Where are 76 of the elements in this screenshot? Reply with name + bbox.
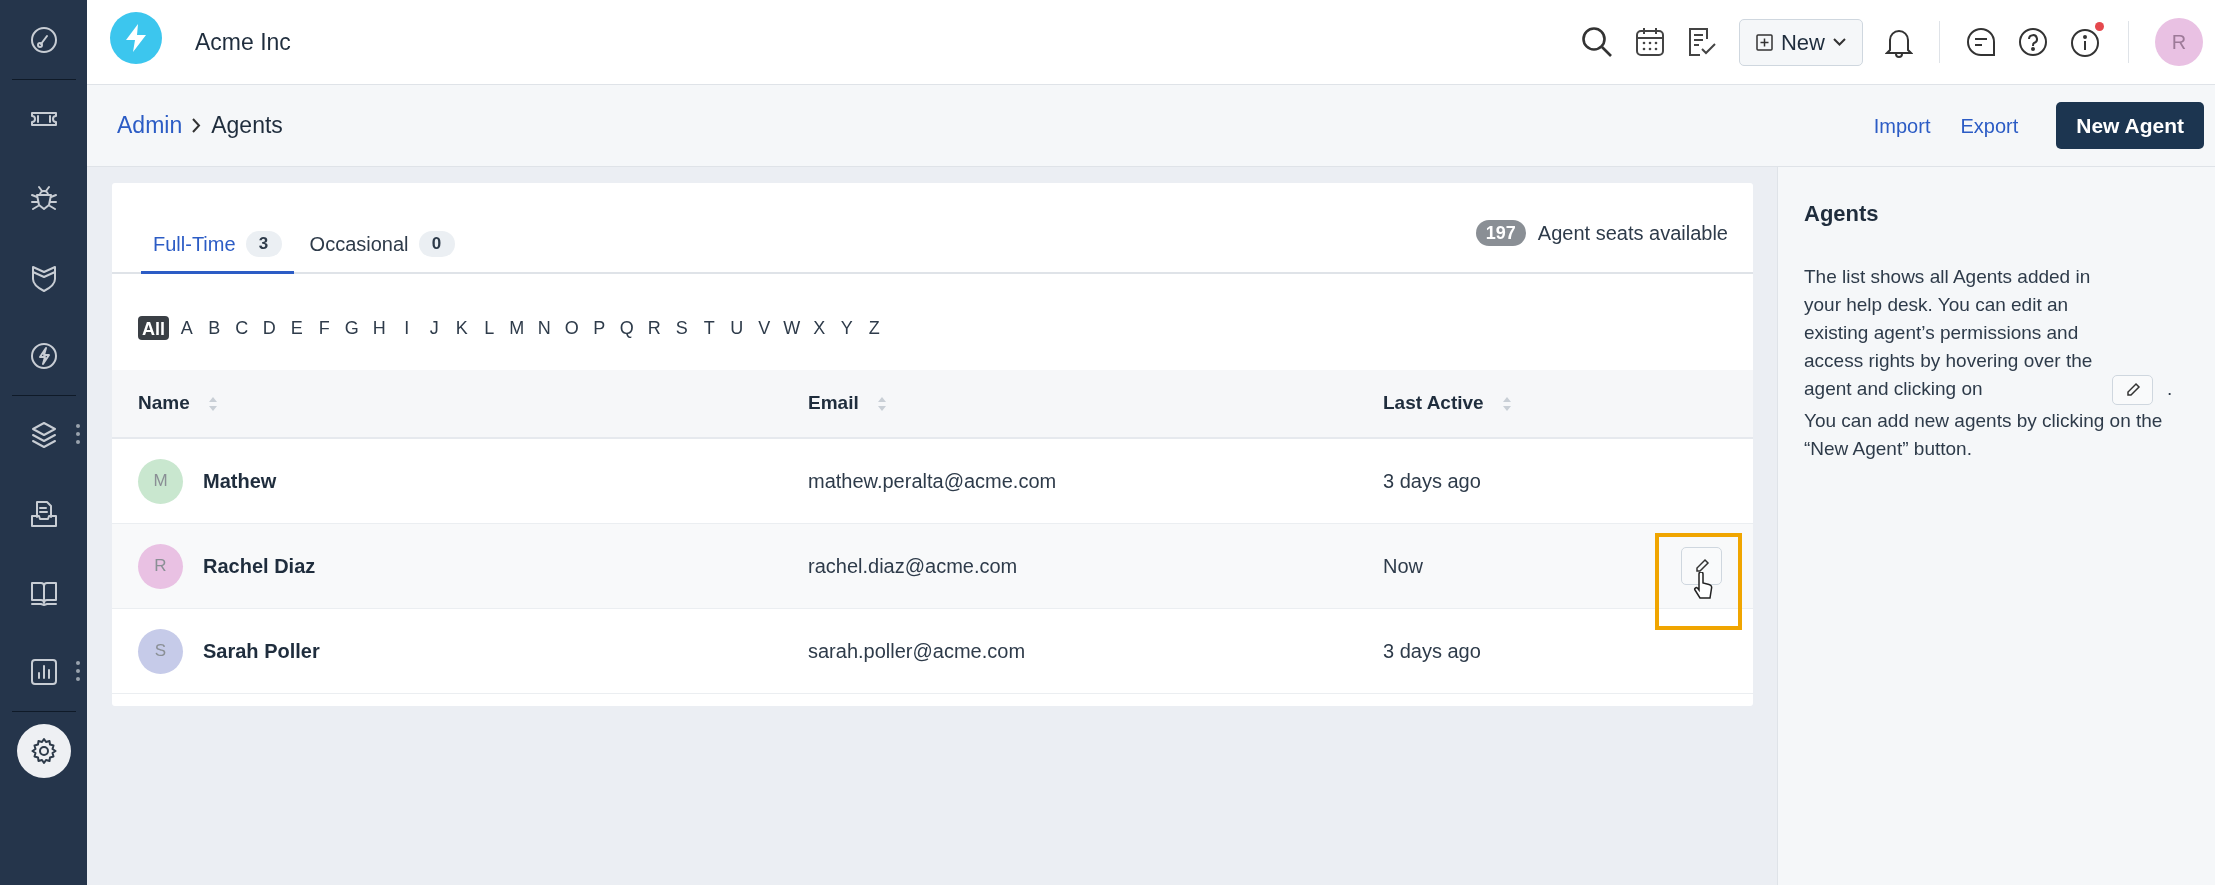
email-cell-text: rachel.diaz@acme.com: [808, 554, 1019, 579]
letter-filter[interactable]: F: [310, 314, 338, 342]
more-menu-icon[interactable]: [76, 661, 80, 681]
seat-label: Agent seats available: [1537, 221, 1728, 246]
help-text: .: [2167, 377, 2173, 401]
letter-filter[interactable]: S: [668, 314, 696, 342]
last-active-cell-text: Now: [1383, 554, 1424, 579]
letter-filter[interactable]: R: [640, 314, 668, 342]
letter-filter[interactable]: N: [530, 314, 558, 342]
letter-filter[interactable]: Q: [613, 314, 641, 342]
calendar-icon[interactable]: [1635, 27, 1665, 57]
letter-filter[interactable]: T: [695, 314, 723, 342]
email-cell-text: sarah.poller@acme.com: [808, 639, 1027, 664]
help-title: Agents: [1804, 200, 1880, 228]
letter-filter[interactable]: O: [558, 314, 586, 342]
new-button[interactable]: New: [1739, 18, 1863, 66]
letter-filter[interactable]: K: [448, 314, 476, 342]
email-cell-text: mathew.peralta@acme.com: [808, 469, 1058, 494]
letter-filter[interactable]: G: [338, 314, 366, 342]
letter-filter[interactable]: J: [420, 314, 448, 342]
tab[interactable]: Full-Time 3: [141, 222, 294, 274]
letter-filter[interactable]: H: [365, 314, 393, 342]
letter-filter[interactable]: I: [393, 314, 421, 342]
edit-button[interactable]: [1681, 547, 1722, 585]
letter-filter[interactable]: V: [750, 314, 778, 342]
letter-filter[interactable]: M: [503, 314, 531, 342]
letter-filter[interactable]: L: [475, 314, 503, 342]
chevron-down-icon: [1833, 38, 1846, 46]
letter-filter[interactable]: U: [723, 314, 751, 342]
hand-cursor-icon: [1693, 572, 1713, 600]
letter-filter[interactable]: D: [255, 314, 283, 342]
letter-filter[interactable]: Y: [833, 314, 861, 342]
last-active-cell-text: 3 days ago: [1383, 469, 1482, 494]
help-icon[interactable]: [2018, 27, 2048, 57]
search-icon[interactable]: [1581, 26, 1613, 58]
info-icon[interactable]: [2070, 28, 2100, 58]
avatar: S: [138, 628, 183, 674]
help-text: You can add new agents by clicking on the “New Agent” button.: [1804, 409, 2164, 461]
letter-filter[interactable]: C: [228, 314, 256, 342]
agent-name[interactable]: Sarah Poller: [203, 636, 320, 666]
plus-box-icon: [1756, 33, 1773, 51]
checklist-icon[interactable]: [1687, 27, 1717, 57]
pencil-icon: [2112, 375, 2153, 405]
seat-count: 197: [1475, 220, 1526, 246]
letter-filter[interactable]: A: [173, 314, 201, 342]
pencil-icon: [1693, 558, 1710, 574]
column-header[interactable]: Name: [138, 389, 190, 418]
settings-icon[interactable]: [16, 724, 71, 778]
letter-filter[interactable]: B: [200, 314, 228, 342]
letter-filter[interactable]: P: [585, 314, 613, 342]
chevron-right-icon: [192, 118, 202, 133]
logo-icon: [110, 12, 162, 64]
import-link[interactable]: Import: [1873, 110, 1931, 141]
column-header[interactable]: Last Active: [1383, 389, 1484, 418]
chat-icon[interactable]: [1966, 27, 1996, 57]
letter-filter[interactable]: X: [805, 314, 833, 342]
last-active-cell-text: 3 days ago: [1383, 639, 1482, 664]
letter-filter[interactable]: E: [283, 314, 311, 342]
new-agent-button[interactable]: New Agent: [2056, 102, 2204, 149]
help-text: The list shows all Agents added in your help desk. You can edit an existing agent’s permissions and access rights by hovering over the agent and clicking on: [1804, 265, 2094, 401]
avatar: M: [138, 458, 183, 504]
avatar: R: [138, 543, 183, 589]
agent-name[interactable]: Rachel Diaz: [203, 551, 316, 581]
company-name: Acme Inc: [195, 27, 291, 57]
tab[interactable]: Occasional 0: [297, 222, 467, 274]
breadcrumb-current: Agents: [211, 111, 283, 141]
letter-filter[interactable]: All: [138, 316, 169, 340]
more-menu-icon[interactable]: [76, 424, 80, 444]
letter-filter[interactable]: W: [778, 314, 806, 342]
column-header[interactable]: Email: [808, 389, 859, 418]
breadcrumb-link[interactable]: Admin: [117, 108, 183, 143]
letter-filter[interactable]: Z: [860, 314, 888, 342]
tab-count: 3: [245, 230, 282, 257]
agent-name[interactable]: Mathew: [203, 466, 277, 496]
tab-count: 0: [418, 230, 455, 257]
export-link[interactable]: Export: [1960, 110, 2019, 141]
